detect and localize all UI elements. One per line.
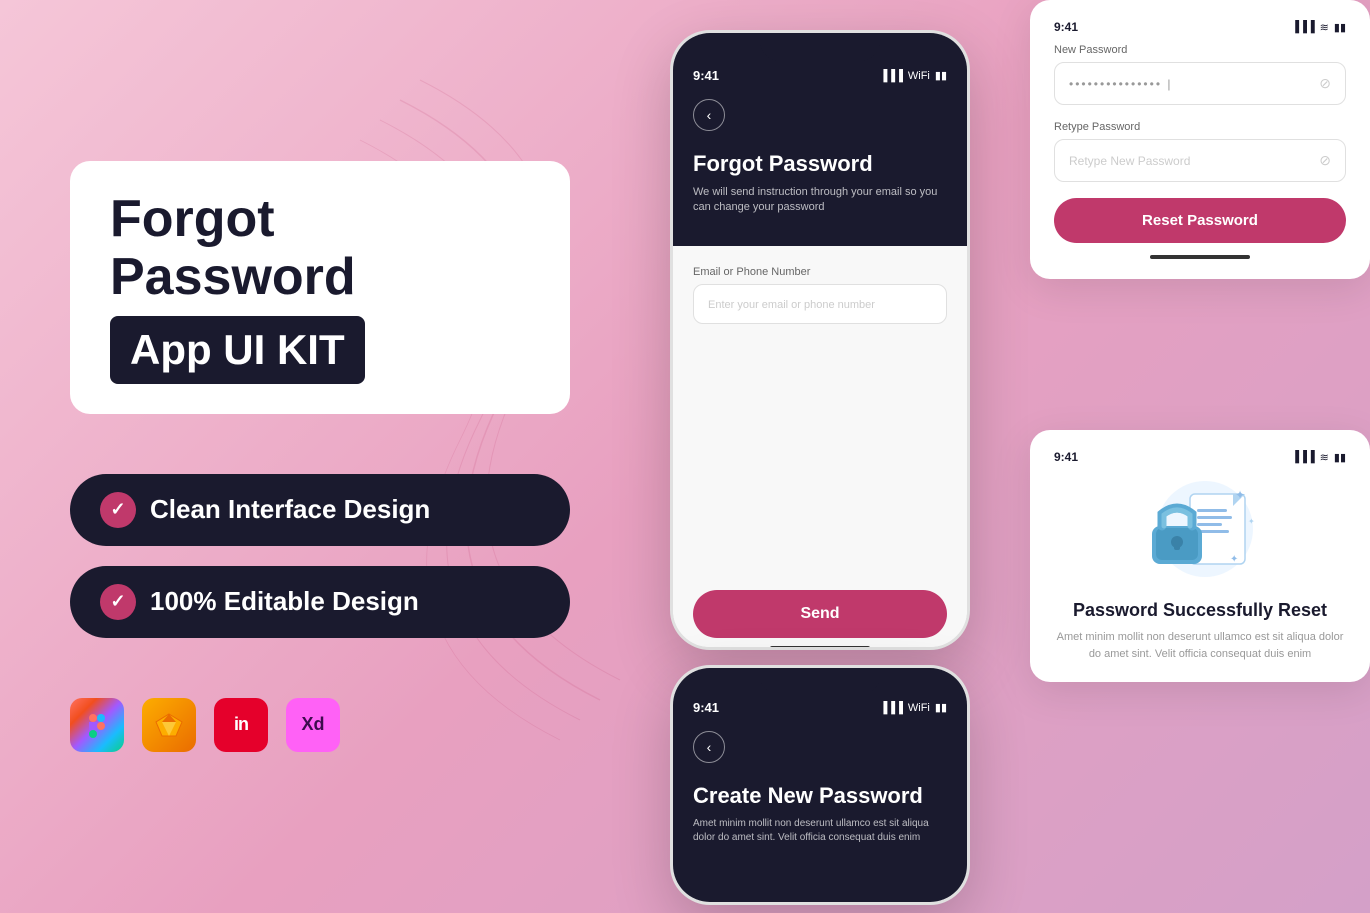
email-placeholder: Enter your email or phone number	[708, 299, 875, 311]
figma-icon	[70, 698, 124, 752]
success-status-bar: 9:41 ▐▐▐ ≋ ▮▮	[1054, 450, 1346, 464]
new-password-dots: ••••••••••••••• |	[1069, 77, 1172, 91]
svg-text:✦: ✦	[1248, 517, 1255, 526]
card-status-bar: 9:41 ▐▐▐ ≋ ▮▮	[1054, 20, 1346, 34]
svg-text:✦: ✦	[1230, 554, 1238, 565]
signal-icon-2: ▐▐▐	[880, 702, 903, 714]
retype-password-label: Retype Password	[1054, 121, 1346, 133]
feature-badge-1: ✓ Clean Interface Design	[70, 474, 570, 546]
title-card: Forgot Password App UI KIT	[70, 161, 570, 413]
wifi-icon: WiFi	[908, 70, 930, 82]
tools-row: in Xd	[70, 698, 570, 752]
status-icons: ▐▐▐ WiFi ▮▮	[880, 69, 948, 82]
retype-placeholder: Retype New Password	[1069, 154, 1190, 168]
success-signal: ▐▐▐	[1291, 451, 1314, 463]
phone-create-password: 9:41 ▐▐▐ WiFi ▮▮ ‹ Create New Password A…	[670, 665, 970, 905]
eye-icon-2[interactable]: ⊘	[1319, 152, 1331, 169]
feature-label-2: 100% Editable Design	[150, 586, 419, 617]
forgot-password-title: Forgot Password	[693, 151, 947, 177]
card-home-indicator	[1150, 255, 1250, 259]
card-wifi: ≋	[1320, 21, 1329, 34]
status-bar: 9:41 ▐▐▐ WiFi ▮▮	[693, 68, 947, 83]
success-title: Password Successfully Reset	[1054, 600, 1346, 621]
status-time: 9:41	[693, 68, 719, 83]
card-status-icons: ▐▐▐ ≋ ▮▮	[1291, 21, 1346, 34]
card-reset-password: 9:41 ▐▐▐ ≋ ▮▮ New Password •••••••••••••…	[1030, 0, 1370, 279]
send-button[interactable]: Send	[693, 590, 947, 638]
create-pw-status-icons: ▐▐▐ WiFi ▮▮	[880, 701, 948, 714]
card-time: 9:41	[1054, 20, 1078, 34]
sketch-icon	[142, 698, 196, 752]
forgot-password-subtitle: We will send instruction through your em…	[693, 185, 947, 216]
reset-password-button[interactable]: Reset Password	[1054, 198, 1346, 243]
phones-area: 9:41 ▐▐▐ WiFi ▮▮ ‹ Forgot Password We wi…	[640, 0, 1370, 913]
success-illustration: ✦ ✦ ✦	[1054, 474, 1346, 584]
wifi-icon-2: WiFi	[908, 702, 930, 714]
check-icon-2: ✓	[100, 584, 136, 620]
battery-icon-2: ▮▮	[935, 701, 947, 714]
eye-icon-1[interactable]: ⊘	[1319, 75, 1331, 92]
back-button[interactable]: ‹	[693, 99, 725, 131]
create-pw-time: 9:41	[693, 700, 719, 715]
success-status-icons: ▐▐▐ ≋ ▮▮	[1291, 451, 1346, 464]
left-panel: Forgot Password App UI KIT ✓ Clean Inter…	[30, 0, 610, 913]
success-description: Amet minim mollit non deserunt ullamco e…	[1054, 629, 1346, 662]
signal-icon: ▐▐▐	[880, 70, 903, 82]
email-input[interactable]: Enter your email or phone number	[693, 284, 947, 324]
status-bar-bottom: 9:41 ▐▐▐ WiFi ▮▮	[693, 700, 947, 715]
card-battery: ▮▮	[1334, 21, 1346, 34]
main-title: Forgot Password	[110, 191, 530, 305]
feature-label-1: Clean Interface Design	[150, 494, 430, 525]
back-button-2[interactable]: ‹	[693, 731, 725, 763]
email-label: Email or Phone Number	[693, 266, 947, 278]
home-indicator	[770, 646, 870, 650]
new-password-label: New Password	[1054, 44, 1346, 56]
create-pw-title: Create New Password	[693, 783, 947, 809]
invision-icon: in	[214, 698, 268, 752]
svg-text:✦: ✦	[1235, 488, 1245, 502]
subtitle-badge: App UI KIT	[110, 316, 365, 384]
retype-password-input[interactable]: Retype New Password ⊘	[1054, 139, 1346, 182]
success-time: 9:41	[1054, 450, 1078, 464]
success-battery: ▮▮	[1334, 451, 1346, 464]
xd-icon: Xd	[286, 698, 340, 752]
feature-badge-2: ✓ 100% Editable Design	[70, 566, 570, 638]
create-pw-subtitle: Amet minim mollit non deserunt ullamco e…	[693, 817, 947, 845]
create-pw-header: 9:41 ▐▐▐ WiFi ▮▮ ‹ Create New Password A…	[673, 668, 967, 902]
phone-forgot-password: 9:41 ▐▐▐ WiFi ▮▮ ‹ Forgot Password We wi…	[670, 30, 970, 650]
card-success: 9:41 ▐▐▐ ≋ ▮▮	[1030, 430, 1370, 682]
card-signal: ▐▐▐	[1291, 21, 1314, 33]
battery-icon: ▮▮	[935, 69, 947, 82]
phone-dark-header: 9:41 ▐▐▐ WiFi ▮▮ ‹ Forgot Password We wi…	[673, 33, 967, 246]
check-icon-1: ✓	[100, 492, 136, 528]
success-wifi: ≋	[1320, 451, 1329, 464]
phone-body: Email or Phone Number Enter your email o…	[673, 246, 967, 650]
new-password-input[interactable]: ••••••••••••••• | ⊘	[1054, 62, 1346, 105]
